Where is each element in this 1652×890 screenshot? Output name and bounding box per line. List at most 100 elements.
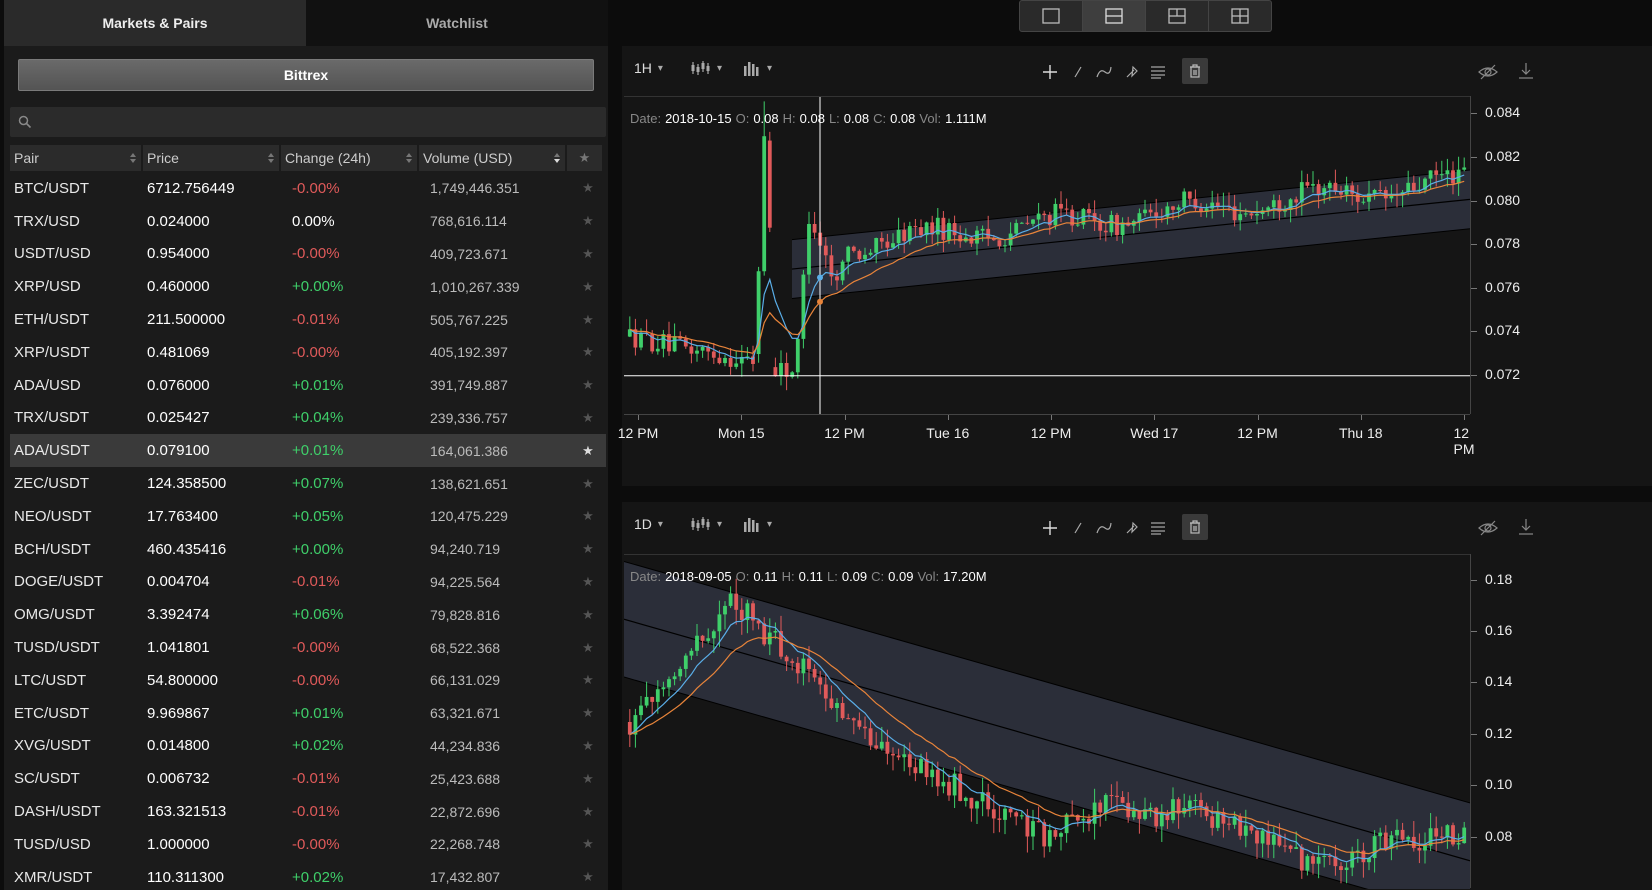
price-chart[interactable]: Date: 2018-10-15 O: 0.08 H: 0.08 L: 0.08 C: 0.08 V…: [624, 96, 1471, 445]
table-row[interactable]: ETH/USDT 211.500000 -0.01% 505,767.225 ★: [10, 303, 606, 336]
favorite-star-icon[interactable]: ★: [574, 705, 602, 721]
table-row[interactable]: DOGE/USDT 0.004704 -0.01% 94,225.564 ★: [10, 566, 606, 599]
pair-price: 0.076000: [147, 376, 210, 394]
favorite-star-icon[interactable]: ★: [574, 672, 602, 688]
table-row[interactable]: DASH/USDT 163.321513 -0.01% 22,872.696 ★: [10, 795, 606, 828]
favorite-star-icon[interactable]: ★: [574, 836, 602, 852]
favorite-star-icon[interactable]: ★: [574, 344, 602, 360]
favorite-star-icon[interactable]: ★: [574, 246, 602, 262]
download-button[interactable]: [1518, 62, 1534, 80]
table-row[interactable]: XRP/USD 0.460000 +0.00% 1,010,267.339 ★: [10, 270, 606, 303]
table-row[interactable]: OMG/USDT 3.392474 +0.06% 79,828.816 ★: [10, 598, 606, 631]
tab-watchlist[interactable]: Watchlist: [306, 0, 608, 46]
column-header-price[interactable]: Price: [143, 145, 279, 171]
ohlc-value: 1.111M: [945, 111, 987, 126]
interval-dropdown[interactable]: 1D ▾: [634, 514, 663, 534]
favorite-star-icon[interactable]: ★: [574, 804, 602, 820]
favorite-star-icon[interactable]: ★: [574, 738, 602, 754]
table-row[interactable]: ADA/USDT 0.079100 +0.01% 164,061.386 ★: [10, 434, 606, 468]
curve-tool-button[interactable]: [1096, 520, 1112, 536]
table-row[interactable]: SC/USDT 0.006732 -0.01% 25,423.688 ★: [10, 762, 606, 795]
table-row[interactable]: TRX/USDT 0.025427 +0.04% 239,336.757 ★: [10, 402, 606, 435]
crosshair-tool-icon: [1043, 65, 1057, 79]
chart-canvas[interactable]: [623, 555, 1471, 890]
price-axis[interactable]: 0.18 0.16 0.14 0.12 0.10 0.08: [1470, 554, 1652, 888]
favorite-star-icon[interactable]: ★: [574, 574, 602, 590]
interval-dropdown[interactable]: 1H ▾: [634, 58, 663, 78]
favorite-star-icon[interactable]: ★: [574, 869, 602, 885]
favorite-star-icon[interactable]: ★: [574, 180, 602, 196]
table-row[interactable]: NEO/USDT 17.763400 +0.05% 120,475.229 ★: [10, 500, 606, 533]
time-axis[interactable]: 12 PM Mon 15 12 PM Tue 16 12 PM Wed 17 12 PM Th…: [618, 414, 1475, 457]
price-axis[interactable]: 0.084 0.082 0.080 0.078 0.076 0.074 0.072: [1470, 96, 1652, 414]
layout-quad-button[interactable]: [1209, 1, 1271, 31]
indicators-dropdown[interactable]: ▾: [743, 514, 772, 534]
table-row[interactable]: TRX/USD 0.024000 0.00% 768,616.114 ★: [10, 205, 606, 238]
chart-canvas[interactable]: [624, 97, 1471, 445]
hide-drawings-button[interactable]: [1478, 64, 1498, 80]
brush-tool-button[interactable]: [1124, 520, 1140, 536]
favorite-star-icon[interactable]: ★: [574, 771, 602, 787]
favorite-star-icon[interactable]: ★: [574, 377, 602, 393]
favorite-star-icon[interactable]: ★: [574, 279, 602, 295]
table-row[interactable]: LTC/USDT 54.800000 -0.00% 66,131.029 ★: [10, 664, 606, 697]
search-icon: [18, 115, 32, 129]
table-row[interactable]: TUSD/USD 1.000000 -0.00% 22,268.748 ★: [10, 828, 606, 861]
favorite-star-icon[interactable]: ★: [574, 640, 602, 656]
favorite-star-icon[interactable]: ★: [574, 476, 602, 492]
table-row[interactable]: TUSD/USDT 1.041801 -0.00% 68,522.368 ★: [10, 631, 606, 664]
price-axis-tick: 0.078: [1485, 235, 1521, 252]
delete-drawings-button[interactable]: [1182, 514, 1208, 540]
fibonacci-tool-button[interactable]: [1150, 64, 1166, 80]
table-row[interactable]: XVG/USDT 0.014800 +0.02% 44,234.836 ★: [10, 730, 606, 763]
crosshair-tool-button[interactable]: [1042, 520, 1058, 536]
pair-name: ADA/USDT: [14, 442, 90, 460]
favorite-star-icon[interactable]: ★: [574, 443, 602, 459]
pair-search-input[interactable]: [38, 107, 598, 137]
line-tool-button[interactable]: [1070, 520, 1086, 536]
table-row[interactable]: BTC/USDT 6712.756449 -0.00% 1,749,446.351 ★: [10, 172, 606, 205]
curve-tool-button[interactable]: [1096, 64, 1112, 80]
time-axis-tick: Tue 16: [926, 425, 970, 441]
candle: [767, 131, 772, 233]
favorite-star-icon[interactable]: ★: [574, 410, 602, 426]
column-header-pair[interactable]: Pair: [10, 145, 141, 171]
download-button[interactable]: [1518, 518, 1534, 536]
price-axis-tick: 0.076: [1485, 278, 1521, 295]
pair-price: 110.311300: [147, 868, 225, 886]
chart-type-dropdown[interactable]: ▾: [690, 58, 722, 78]
exchange-selector-button[interactable]: Bittrex: [18, 59, 594, 91]
line-tool-button[interactable]: [1070, 64, 1086, 80]
brush-tool-button[interactable]: [1124, 64, 1140, 80]
pair-price: 0.025427: [147, 409, 210, 427]
price-chart[interactable]: Date: 2018-09-05 O: 0.11 H: 0.11 L: 0.09 C: 0.09 V…: [623, 554, 1471, 890]
crosshair-tool-button[interactable]: [1042, 64, 1058, 80]
indicators-dropdown[interactable]: ▾: [743, 58, 772, 78]
favorite-star-icon[interactable]: ★: [574, 607, 602, 623]
table-row[interactable]: BCH/USDT 460.435416 +0.00% 94,240.719 ★: [10, 533, 606, 566]
layout-single-button[interactable]: [1020, 1, 1083, 31]
column-header-favorite[interactable]: ★: [567, 145, 602, 171]
favorite-star-icon[interactable]: ★: [574, 541, 602, 557]
column-header-volume[interactable]: Volume (USD): [419, 145, 565, 171]
candle: [1462, 157, 1467, 172]
column-header-change[interactable]: Change (24h): [281, 145, 417, 171]
regression-channel[interactable]: [624, 561, 1470, 890]
favorite-star-icon[interactable]: ★: [574, 312, 602, 328]
table-row[interactable]: XMR/USDT 110.311300 +0.02% 17,432.807 ★: [10, 861, 606, 890]
table-row[interactable]: USDT/USD 0.954000 -0.00% 409,723.671 ★: [10, 238, 606, 271]
tab-markets-pairs[interactable]: Markets & Pairs: [4, 0, 306, 46]
table-row[interactable]: XRP/USDT 0.481069 -0.00% 405,192.397 ★: [10, 336, 606, 369]
table-row[interactable]: ETC/USDT 9.969867 +0.01% 63,321.671 ★: [10, 697, 606, 730]
table-row[interactable]: ZEC/USDT 124.358500 +0.07% 138,621.651 ★: [10, 467, 606, 500]
layout-vertical-split-button[interactable]: [1146, 1, 1209, 31]
favorite-star-icon[interactable]: ★: [574, 508, 602, 524]
ohlc-value: 0.11: [753, 569, 778, 584]
hide-drawings-button[interactable]: [1478, 520, 1498, 536]
table-row[interactable]: ADA/USD 0.076000 +0.01% 391,749.887 ★: [10, 369, 606, 402]
fibonacci-tool-button[interactable]: [1150, 520, 1166, 536]
favorite-star-icon[interactable]: ★: [574, 213, 602, 229]
chart-type-dropdown[interactable]: ▾: [690, 514, 722, 534]
layout-horizontal-split-button[interactable]: [1083, 1, 1146, 31]
delete-drawings-button[interactable]: [1182, 58, 1208, 84]
